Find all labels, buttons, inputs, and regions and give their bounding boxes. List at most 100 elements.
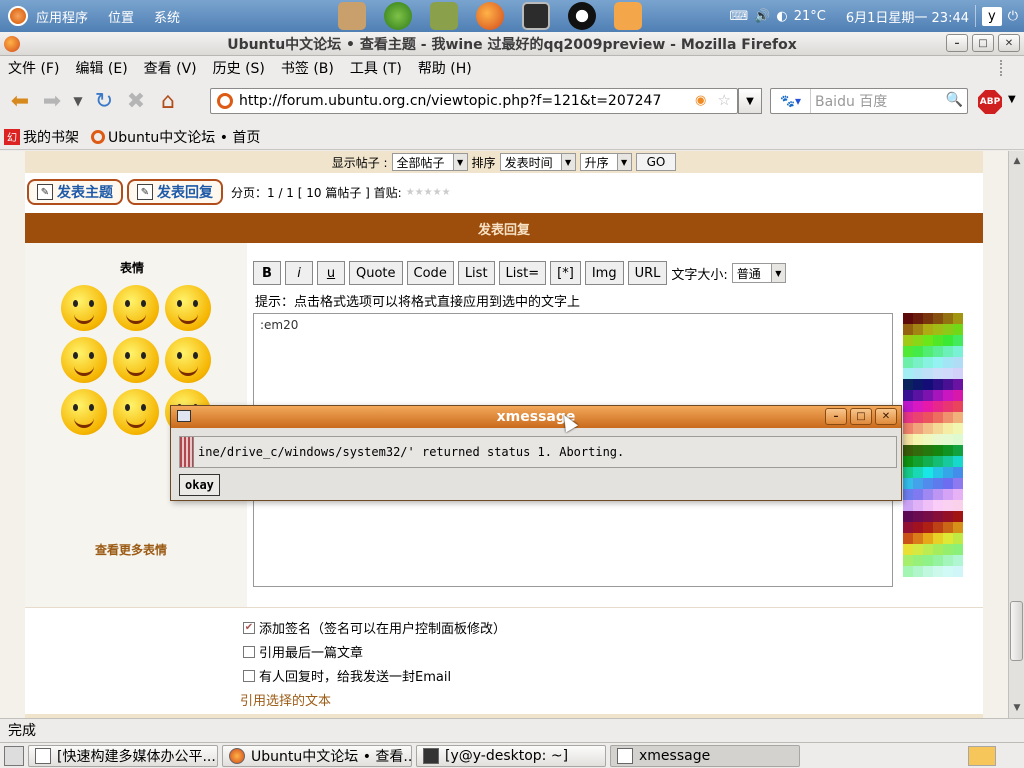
menu-bookmarks[interactable]: 书签 (B) xyxy=(273,58,342,78)
menu-view[interactable]: 查看 (V) xyxy=(136,58,205,78)
shout-emoticon-icon[interactable] xyxy=(113,337,159,383)
color-swatch[interactable] xyxy=(903,335,913,346)
color-swatch[interactable] xyxy=(913,357,923,368)
color-swatch[interactable] xyxy=(933,324,943,335)
stop-icon[interactable]: ✖ xyxy=(120,85,152,117)
color-swatch[interactable] xyxy=(923,390,933,401)
color-swatch[interactable] xyxy=(943,379,953,390)
color-swatch[interactable] xyxy=(933,390,943,401)
horizontal-scrollbar[interactable] xyxy=(180,437,194,467)
applications-menu[interactable]: 应用程序 xyxy=(36,7,88,26)
color-swatch[interactable] xyxy=(913,489,923,500)
recycle-launcher-icon[interactable] xyxy=(614,2,643,30)
color-swatch[interactable] xyxy=(933,511,943,522)
option-signature[interactable]: ✔ 添加签名（签名可以在用户控制面板修改） xyxy=(243,618,506,637)
color-swatch[interactable] xyxy=(903,423,913,434)
color-swatch[interactable] xyxy=(943,346,953,357)
code-button[interactable]: Code xyxy=(406,261,454,285)
color-swatch[interactable] xyxy=(913,401,923,412)
color-swatch[interactable] xyxy=(953,566,963,577)
color-swatch[interactable] xyxy=(933,478,943,489)
color-swatch[interactable] xyxy=(923,401,933,412)
color-swatch[interactable] xyxy=(943,511,953,522)
bookmark-my-shelf[interactable]: 幻 我的书架 xyxy=(4,127,79,147)
italic-button[interactable]: i xyxy=(285,261,313,285)
color-swatch[interactable] xyxy=(953,313,963,324)
color-swatch[interactable] xyxy=(923,313,933,324)
order-select[interactable]: 升序 ▼ xyxy=(579,153,632,171)
color-swatch[interactable] xyxy=(923,522,933,533)
color-swatch[interactable] xyxy=(943,566,953,577)
color-swatch[interactable] xyxy=(913,522,923,533)
color-swatch[interactable] xyxy=(913,324,923,335)
search-icon[interactable]: 🔍 xyxy=(946,92,963,108)
temperature[interactable]: 21°C xyxy=(794,9,826,24)
color-swatch[interactable] xyxy=(943,489,953,500)
task-firefox[interactable]: Ubuntu中文论坛 • 查看... xyxy=(222,744,412,767)
tongue-emoticon-icon[interactable] xyxy=(113,285,159,331)
option-email-notify[interactable]: 有人回复时，给我发送一封Email xyxy=(243,666,451,685)
scroll-up-icon[interactable]: ▲ xyxy=(1009,153,1024,169)
xmessage-titlebar[interactable]: xmessage – □ ✕ xyxy=(171,406,901,428)
list-item-button[interactable]: [*] xyxy=(550,261,581,285)
color-swatch[interactable] xyxy=(913,445,923,456)
color-swatch[interactable] xyxy=(923,456,933,467)
color-swatch[interactable] xyxy=(953,368,963,379)
scroll-thumb[interactable] xyxy=(1010,601,1023,661)
color-swatch[interactable] xyxy=(903,489,913,500)
color-swatch[interactable] xyxy=(943,544,953,555)
color-swatch[interactable] xyxy=(943,324,953,335)
maximize-button[interactable]: □ xyxy=(972,34,994,52)
adblock-dropdown-icon[interactable]: ▼ xyxy=(1008,94,1016,105)
color-palette[interactable] xyxy=(903,313,963,589)
color-swatch[interactable] xyxy=(953,533,963,544)
color-swatch[interactable] xyxy=(933,412,943,423)
color-swatch[interactable] xyxy=(953,445,963,456)
vertical-scrollbar[interactable]: ▲ ▼ xyxy=(1008,151,1024,718)
color-swatch[interactable] xyxy=(933,368,943,379)
color-swatch[interactable] xyxy=(913,368,923,379)
bold-button[interactable]: B xyxy=(253,261,281,285)
color-swatch[interactable] xyxy=(933,313,943,324)
color-swatch[interactable] xyxy=(933,456,943,467)
color-swatch[interactable] xyxy=(933,335,943,346)
terminal-launcher-icon[interactable] xyxy=(522,2,551,30)
color-swatch[interactable] xyxy=(953,544,963,555)
color-swatch[interactable] xyxy=(923,478,933,489)
color-swatch[interactable] xyxy=(953,456,963,467)
email-notify-checkbox[interactable] xyxy=(243,669,255,682)
color-swatch[interactable] xyxy=(923,423,933,434)
color-swatch[interactable] xyxy=(943,390,953,401)
menu-edit[interactable]: 编辑 (E) xyxy=(67,58,135,78)
color-swatch[interactable] xyxy=(933,346,943,357)
bookmark-forum-home[interactable]: Ubuntu中文论坛 • 首页 xyxy=(91,127,260,147)
keyboard-icon[interactable]: ⌨ xyxy=(729,9,748,24)
color-swatch[interactable] xyxy=(903,566,913,577)
menu-help[interactable]: 帮助 (H) xyxy=(410,58,480,78)
color-swatch[interactable] xyxy=(903,533,913,544)
color-swatch[interactable] xyxy=(943,500,953,511)
color-swatch[interactable] xyxy=(953,434,963,445)
color-swatch[interactable] xyxy=(913,423,923,434)
color-swatch[interactable] xyxy=(903,467,913,478)
color-swatch[interactable] xyxy=(953,390,963,401)
color-swatch[interactable] xyxy=(953,324,963,335)
color-swatch[interactable] xyxy=(923,467,933,478)
display-posts-select[interactable]: 全部帖子 ▼ xyxy=(391,153,468,171)
laugh-emoticon-icon[interactable] xyxy=(61,337,107,383)
color-swatch[interactable] xyxy=(953,357,963,368)
color-swatch[interactable] xyxy=(923,511,933,522)
menu-file[interactable]: 文件 (F) xyxy=(0,58,67,78)
rabbit-launcher-icon[interactable] xyxy=(338,2,367,30)
color-swatch[interactable] xyxy=(923,379,933,390)
quote-selected-link[interactable]: 引用选择的文本 xyxy=(240,690,331,709)
bookmark-star-icon[interactable]: ☆ xyxy=(718,91,731,109)
color-swatch[interactable] xyxy=(913,500,923,511)
color-swatch[interactable] xyxy=(933,445,943,456)
qq-launcher-icon[interactable] xyxy=(568,2,597,30)
url-dropdown-icon[interactable]: ▼ xyxy=(738,88,762,114)
close-button[interactable]: ✕ xyxy=(998,34,1020,52)
color-swatch[interactable] xyxy=(943,555,953,566)
search-input[interactable]: Baidu 百度 xyxy=(811,91,887,111)
color-swatch[interactable] xyxy=(943,357,953,368)
